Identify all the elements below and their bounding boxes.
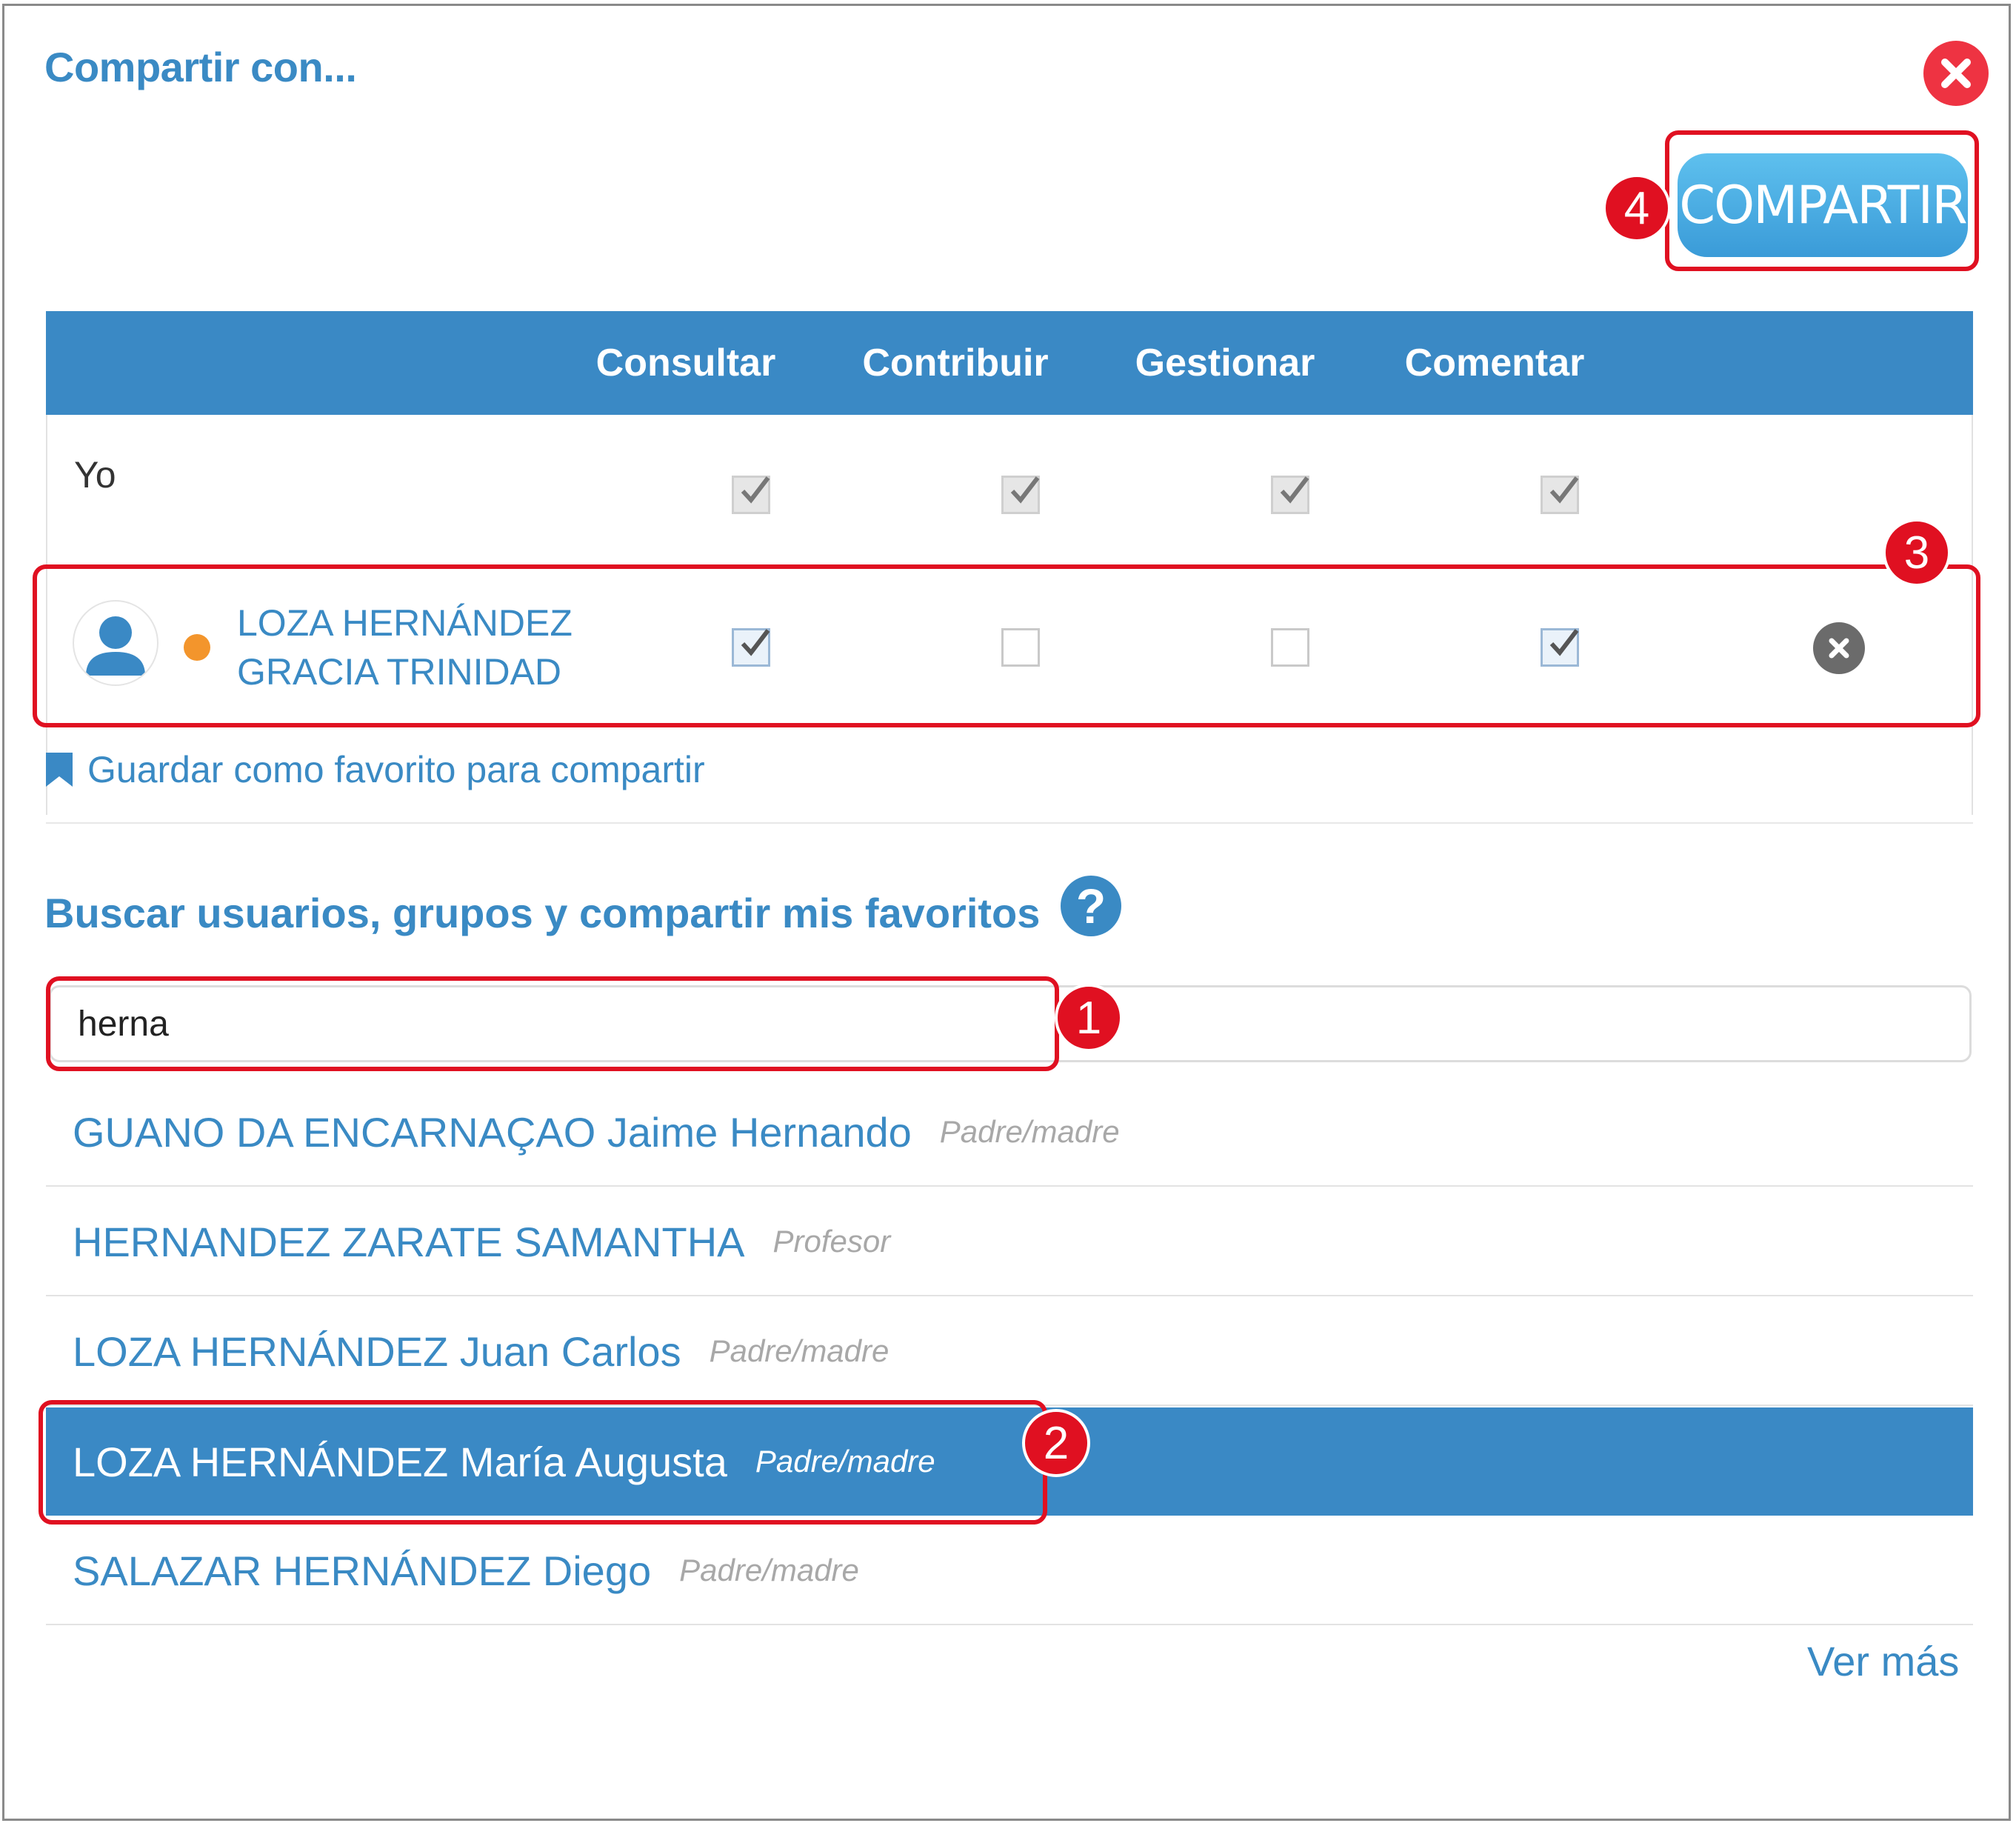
me-consultar-checkbox: [732, 476, 770, 514]
bookmark-icon: [46, 753, 73, 787]
me-comentar-checkbox: [1541, 476, 1579, 514]
me-label: Yo: [74, 454, 116, 496]
result-role: Padre/madre: [755, 1444, 935, 1479]
close-icon: [1941, 59, 1971, 88]
permission-row-me: Yo: [46, 415, 1973, 563]
remove-icon: [1829, 638, 1849, 659]
me-contribuir-checkbox: [1001, 476, 1040, 514]
column-contribuir: Contribuir: [862, 341, 1049, 384]
result-role: Padre/madre: [939, 1114, 1120, 1149]
shared-user-name: LOZA HERNÁNDEZ GRACIA TRINIDAD: [237, 599, 573, 696]
result-name: GUANO DA ENCARNAÇAO Jaime Hernando: [73, 1108, 912, 1156]
search-input[interactable]: [49, 985, 1972, 1062]
result-role: Padre/madre: [679, 1553, 859, 1587]
remove-user-button[interactable]: [1813, 622, 1865, 674]
shared-user-name-line1: LOZA HERNÁNDEZ: [237, 602, 573, 644]
user-gestionar-checkbox[interactable]: [1271, 628, 1309, 667]
user-consultar-checkbox[interactable]: [732, 628, 770, 667]
see-more-link[interactable]: Ver más: [1807, 1637, 1959, 1685]
user-comentar-checkbox[interactable]: [1541, 628, 1579, 667]
permission-row-user: LOZA HERNÁNDEZ GRACIA TRINIDAD: [46, 570, 1973, 719]
result-name: LOZA HERNÁNDEZ María Augusta: [73, 1438, 727, 1485]
permissions-header: Consultar Contribuir Gestionar Comentar: [46, 311, 1973, 415]
result-name: SALAZAR HERNÁNDEZ Diego: [73, 1547, 652, 1594]
close-button[interactable]: [1923, 41, 1989, 106]
column-consultar: Consultar: [595, 341, 776, 384]
search-result[interactable]: LOZA HERNÁNDEZ Juan Carlos Padre/madre: [46, 1298, 1973, 1406]
search-result[interactable]: HERNANDEZ ZARATE SAMANTHA Profesor: [46, 1188, 1973, 1296]
status-dot-icon: [184, 634, 210, 661]
me-gestionar-checkbox: [1271, 476, 1309, 514]
dialog-title: Compartir con...: [44, 44, 357, 90]
result-name: HERNANDEZ ZARATE SAMANTHA: [73, 1218, 745, 1265]
result-role: Padre/madre: [709, 1333, 889, 1368]
result-role: Profesor: [772, 1224, 891, 1259]
annotation-badge-3: 3: [1883, 519, 1951, 587]
column-gestionar: Gestionar: [1135, 341, 1315, 384]
save-favorite-link[interactable]: Guardar como favorito para compartir: [44, 748, 705, 791]
help-icon[interactable]: ?: [1061, 876, 1121, 936]
share-button[interactable]: COMPARTIR: [1678, 153, 1968, 257]
search-result-selected[interactable]: LOZA HERNÁNDEZ María Augusta Padre/madre: [46, 1407, 1973, 1516]
search-result[interactable]: SALAZAR HERNÁNDEZ Diego Padre/madre: [46, 1517, 1973, 1625]
user-avatar-icon: [73, 600, 158, 686]
annotation-badge-1: 1: [1055, 984, 1123, 1052]
search-result[interactable]: GUANO DA ENCARNAÇAO Jaime Hernando Padre…: [46, 1079, 1973, 1187]
annotation-badge-2: 2: [1022, 1409, 1090, 1477]
column-comentar: Comentar: [1404, 341, 1585, 384]
annotation-badge-4: 4: [1603, 174, 1671, 242]
user-contribuir-checkbox[interactable]: [1001, 628, 1040, 667]
result-name: LOZA HERNÁNDEZ Juan Carlos: [73, 1327, 681, 1375]
save-favorite-label: Guardar como favorito para compartir: [87, 749, 705, 790]
shared-user-name-line2: GRACIA TRINIDAD: [237, 651, 562, 693]
divider: [46, 822, 1973, 824]
search-title: Buscar usuarios, grupos y compartir mis …: [44, 890, 1041, 936]
